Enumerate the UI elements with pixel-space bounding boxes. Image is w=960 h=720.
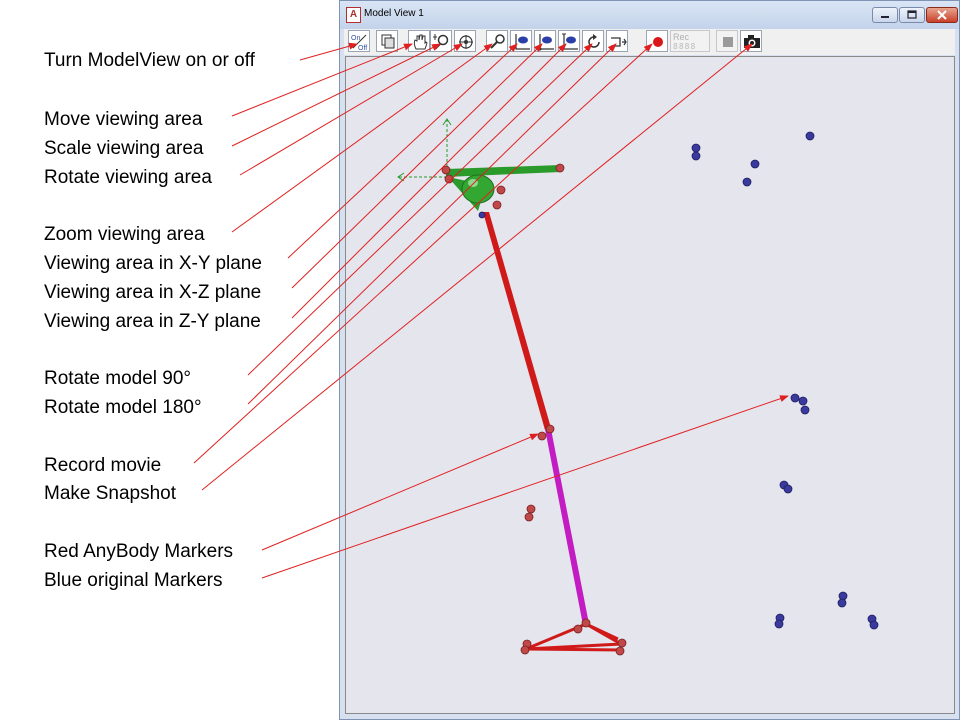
arrow-rotate-180 <box>247 43 617 405</box>
arrow-rotate-view <box>239 43 463 176</box>
arrow-zy <box>291 43 567 319</box>
arrow-move <box>231 43 413 117</box>
arrow-blue-markers <box>261 395 789 579</box>
arrow-snapshot <box>201 43 753 491</box>
arrow-record <box>193 43 653 464</box>
arrow-scale <box>231 43 441 147</box>
arrow-red-markers <box>261 433 539 551</box>
arrow-xz <box>291 43 543 289</box>
arrow-rotate-90 <box>247 43 593 376</box>
annotation-arrows <box>193 42 789 579</box>
arrow-turn-modelview <box>299 42 358 61</box>
